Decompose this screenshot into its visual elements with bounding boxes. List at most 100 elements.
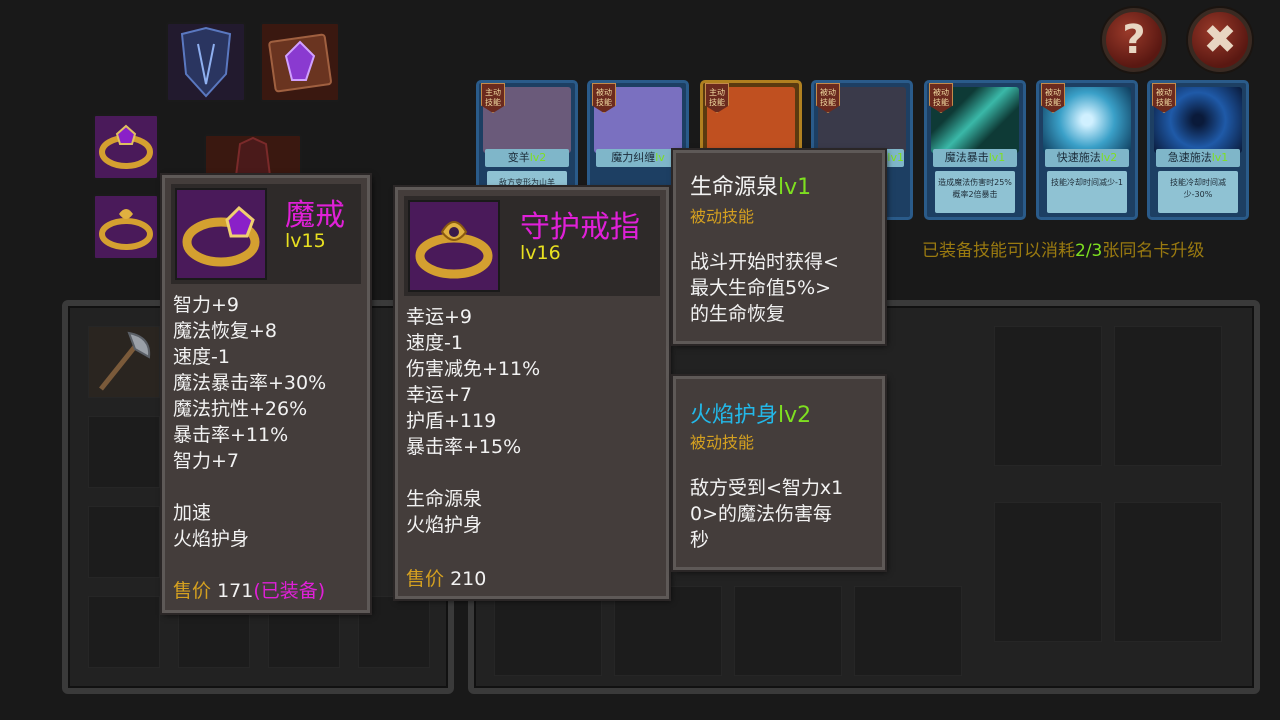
price-label: 售价 — [173, 580, 212, 602]
skill-card-level: lv1 — [988, 151, 1006, 164]
skill-tooltip-title: 生命源泉lv1 — [690, 169, 811, 201]
robe-slot[interactable] — [204, 134, 302, 178]
base-stat: 幸运+9 — [406, 306, 473, 328]
skill-name: 生命源泉 — [690, 175, 779, 200]
skill-description: 战斗开始时获得< 最大生命值5%> 的生命恢复 — [690, 249, 880, 327]
price-row: 售价 210 — [406, 566, 486, 592]
skill-desc-line: 秒 — [690, 529, 710, 551]
upgrade-hint-count: 2/3 — [1075, 241, 1103, 261]
skill-tooltip-title: 火焰护身lv2 — [690, 397, 811, 429]
tooltip-stats: 幸运+9 速度-1 伤害减免+11% 幸运+7 护盾+119 暴击率+15% 生… — [406, 304, 666, 538]
ring-slot-1[interactable] — [93, 114, 159, 180]
spellbook-slot[interactable] — [260, 22, 340, 102]
skill-card-desc: 技能冷却时间减少-1 — [1047, 171, 1127, 213]
skill-card-name: 急速施法 — [1167, 151, 1212, 164]
bonus-stat: 幸运+7 — [406, 384, 473, 406]
ring-icon — [99, 124, 153, 169]
guardian-ring-icon — [408, 200, 500, 292]
skill-desc-line: 最大生命值5%> — [690, 277, 832, 299]
skill-description: 敌方受到<智力x1 0>的魔法伤害每 秒 — [690, 475, 880, 553]
inventory-cell[interactable] — [88, 326, 160, 398]
inventory-cell[interactable] — [88, 416, 160, 488]
storage-cell[interactable] — [994, 502, 1102, 642]
bonus-stat: 暴击率+11% — [173, 424, 289, 446]
item-level: lv16 — [520, 242, 561, 264]
base-stat: 智力+9 — [173, 294, 240, 316]
inventory-cell[interactable] — [88, 506, 160, 578]
skill-card-level: lv2 — [529, 151, 547, 164]
question-icon: ? — [1122, 17, 1146, 63]
skill-tooltip-fire-shield: 火焰护身lv2 被动技能 敌方受到<智力x1 0>的魔法伤害每 秒 — [673, 376, 885, 570]
base-stat: 伤害减免+11% — [406, 358, 541, 380]
bonus-stat: 护盾+119 — [406, 410, 497, 432]
skill-level: lv1 — [778, 175, 812, 200]
ring-icon — [99, 209, 153, 250]
item-skill: 火焰护身 — [173, 528, 250, 550]
skill-card-name: 变羊 — [507, 151, 530, 164]
skill-card-name: 快速施法 — [1056, 151, 1101, 164]
inventory-cell[interactable] — [88, 596, 160, 668]
base-stat: 魔法恢复+8 — [173, 320, 278, 342]
skill-card-level: lv — [655, 151, 665, 164]
price-row: 售价 171(已装备) — [173, 578, 325, 604]
base-stat: 魔法暴击率+30% — [173, 372, 327, 394]
skill-card-level: lv1 — [1211, 151, 1229, 164]
storage-cell[interactable] — [854, 586, 962, 676]
upgrade-hint-prefix: 已装备技能可以消耗 — [922, 241, 1075, 261]
skill-tooltip-life-fountain: 生命源泉lv1 被动技能 战斗开始时获得< 最大生命值5%> 的生命恢复 — [673, 150, 885, 344]
skill-card-name: 魔法暴击 — [944, 151, 989, 164]
skill-card-desc: 造成魔法伤害时25%概率2倍暴击 — [935, 171, 1015, 213]
skill-card-name: 魔力纠缠 — [611, 151, 656, 164]
item-skill: 火焰护身 — [406, 514, 483, 536]
item-tooltip-guardian-ring: 守护戒指 lv16 幸运+9 速度-1 伤害减免+11% 幸运+7 护盾+119… — [395, 187, 669, 599]
base-stat: 速度-1 — [406, 332, 463, 354]
help-button[interactable]: ? — [1102, 8, 1166, 72]
item-skill: 加速 — [173, 502, 212, 524]
bonus-stat: 智力+7 — [173, 450, 240, 472]
skill-name: 火焰护身 — [690, 403, 779, 428]
spellbook-icon — [268, 33, 332, 93]
skill-desc-line: 战斗开始时获得< — [690, 251, 839, 273]
axe-icon — [99, 331, 151, 391]
item-name: 守护戒指 — [520, 210, 640, 245]
tooltip-stats: 智力+9 魔法恢复+8 速度-1 魔法暴击率+30% 魔法抗性+26% 暴击率+… — [173, 292, 369, 552]
price-value: 210 — [450, 568, 487, 590]
skill-desc-line: 敌方受到<智力x1 — [690, 477, 844, 499]
storage-cell[interactable] — [494, 586, 602, 676]
bonus-stat: 魔法抗性+26% — [173, 398, 308, 420]
base-stat: 速度-1 — [173, 346, 230, 368]
close-button[interactable]: ✖ — [1188, 8, 1252, 72]
storage-cell[interactable] — [994, 326, 1102, 466]
price-value: 171 — [217, 580, 254, 602]
skill-card[interactable]: 被动技能 快速施法lv2 技能冷却时间减少-1 — [1036, 80, 1138, 220]
storage-cell[interactable] — [614, 586, 722, 676]
item-skill: 生命源泉 — [406, 488, 483, 510]
skill-card[interactable]: 被动技能 魔法暴击lv1 造成魔法伤害时25%概率2倍暴击 — [924, 80, 1026, 220]
equipped-tag: (已装备) — [253, 580, 326, 602]
upgrade-hint-suffix: 张同名卡升级 — [1102, 241, 1205, 261]
item-name: 魔戒 — [285, 198, 345, 233]
ring-slot-2[interactable] — [93, 194, 159, 260]
storage-cell[interactable] — [1114, 502, 1222, 642]
skill-card-desc: 技能冷却时间减少-30% — [1158, 171, 1238, 213]
helmet-icon — [180, 26, 232, 98]
skill-card[interactable]: 被动技能 急速施法lv1 技能冷却时间减少-30% — [1147, 80, 1249, 220]
helmet-slot[interactable] — [166, 22, 246, 102]
item-tooltip-magic-ring: 魔戒 lv15 智力+9 魔法恢复+8 速度-1 魔法暴击率+30% 魔法抗性+… — [162, 175, 370, 613]
upgrade-hint: 已装备技能可以消耗2/3张同名卡升级 — [922, 236, 1204, 261]
skill-card-level: lv1 — [887, 151, 904, 164]
storage-cell[interactable] — [734, 586, 842, 676]
skill-level: lv2 — [778, 403, 812, 428]
skill-desc-line: 0>的魔法伤害每 — [690, 503, 833, 525]
item-level: lv15 — [285, 230, 326, 252]
bonus-stat: 暴击率+15% — [406, 436, 522, 458]
skill-type: 被动技能 — [690, 433, 755, 452]
skill-type: 被动技能 — [690, 207, 755, 226]
storage-cell[interactable] — [1114, 326, 1222, 466]
purple-gem-ring-icon — [175, 188, 267, 280]
skill-desc-line: 的生命恢复 — [690, 303, 786, 325]
close-x-icon: ✖ — [1203, 17, 1237, 63]
robe-icon — [234, 136, 272, 176]
price-label: 售价 — [406, 568, 445, 590]
skill-card-level: lv2 — [1100, 151, 1118, 164]
